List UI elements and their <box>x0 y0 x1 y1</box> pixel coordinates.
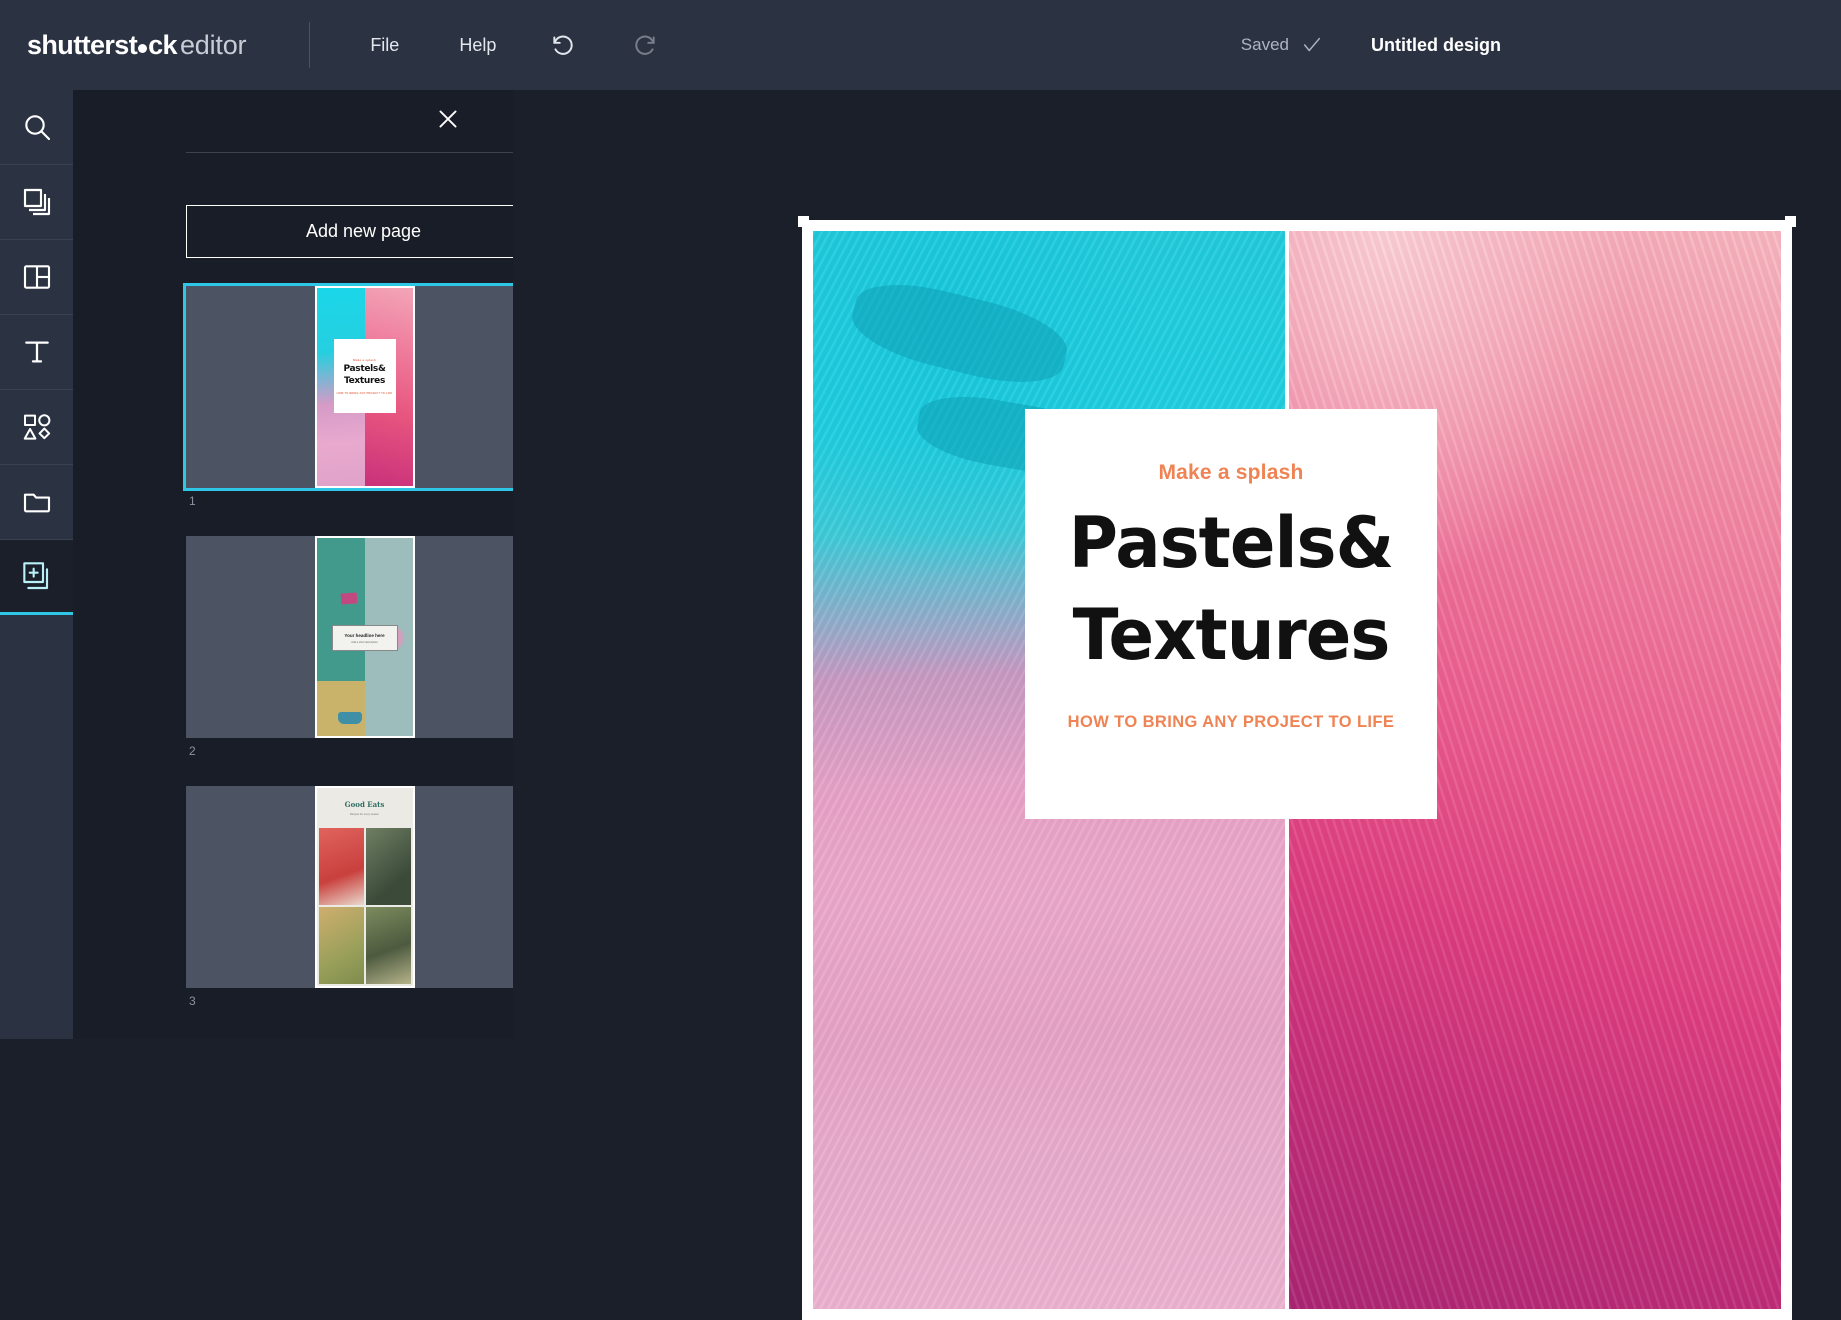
sidebar-item-images[interactable] <box>0 165 73 240</box>
logo-editor-text: editor <box>179 29 247 60</box>
top-bar-right: Saved Untitled design <box>1241 0 1841 90</box>
thumb3-layout: Good Eats Recipes for every season <box>316 788 413 986</box>
search-icon <box>21 111 53 143</box>
menu-help[interactable]: Help <box>459 35 496 56</box>
page-number-label: 3 <box>189 994 196 1008</box>
text-card[interactable]: Make a splash Pastels& Textures HOW TO B… <box>1025 409 1437 819</box>
card-subtitle[interactable]: HOW TO BRING ANY PROJECT TO LIFE <box>1068 713 1395 732</box>
page-thumbnail-frame[interactable]: Your headline here Add a short descripti… <box>186 536 543 738</box>
add-new-page-button[interactable]: Add new page <box>186 205 541 258</box>
sidebar-item-templates[interactable] <box>0 240 73 315</box>
thumb3-photo-grid <box>317 827 413 986</box>
app-logo[interactable]: shutterst ck editor <box>27 29 247 61</box>
page-thumbnail-preview: Your headline here Add a short descripti… <box>314 536 415 738</box>
thumb3-photo <box>318 906 364 984</box>
close-icon[interactable] <box>433 104 463 134</box>
folder-icon <box>21 486 53 518</box>
sidebar-item-text[interactable] <box>0 315 73 390</box>
layers-icon <box>21 186 53 218</box>
thumb3-header: Good Eats Recipes for every season <box>317 788 413 828</box>
thumb2-text-card: Your headline here Add a short descripti… <box>331 625 398 652</box>
page-number-label: 2 <box>189 744 196 758</box>
top-bar: shutterst ck editor File Help Saved Untit… <box>0 0 1841 90</box>
thumb3-subtitle: Recipes for every season <box>349 812 380 816</box>
thumb3-photo <box>365 906 411 984</box>
thumb2-left-panel <box>316 538 365 681</box>
card-title-line1[interactable]: Pastels& <box>1069 508 1394 578</box>
page-thumbnail-frame[interactable]: Good Eats Recipes for every season <box>186 786 543 988</box>
page-thumbnail-3[interactable]: Good Eats Recipes for every season 3 <box>73 786 543 1008</box>
page-thumbnail-list: Make a splash Pastels& Textures HOW TO B… <box>73 283 546 1036</box>
thumb1-title-line1: Pastels& <box>343 364 386 375</box>
sidebar-item-shapes[interactable] <box>0 390 73 465</box>
page-thumbnail-preview: Make a splash Pastels& Textures HOW TO B… <box>314 286 415 488</box>
thumb2-subtitle: Add a short description <box>351 640 378 644</box>
thumb2-title: Your headline here <box>344 632 385 638</box>
logo-bold-tail-text: ck <box>148 29 177 60</box>
check-icon <box>1301 34 1323 56</box>
document-title[interactable]: Untitled design <box>1371 35 1501 56</box>
sidebar-item-pages[interactable] <box>0 540 73 615</box>
pages-panel: Add new page Make a splash Pastels& Text… <box>73 90 546 1039</box>
artboard[interactable]: Make a splash Pastels& Textures HOW TO B… <box>798 216 1796 1320</box>
page-thumbnail-frame[interactable]: Make a splash Pastels& Textures HOW TO B… <box>183 283 546 491</box>
panel-divider <box>186 152 541 153</box>
saved-label: Saved <box>1240 35 1289 54</box>
thumb2-envelope-image <box>341 592 358 605</box>
left-rail <box>0 90 73 1039</box>
pages-panel-header <box>73 90 513 152</box>
page-thumbnail-1[interactable]: Make a splash Pastels& Textures HOW TO B… <box>73 283 546 508</box>
logo-bold-text: shutterst <box>27 29 138 60</box>
shapes-icon <box>21 411 53 443</box>
thumb3-photo <box>318 827 364 905</box>
logo-dot-icon <box>138 43 148 53</box>
thumb1-subtitle: HOW TO BRING ANY PROJECT TO LIFE <box>336 391 393 395</box>
redo-icon[interactable] <box>630 30 660 60</box>
toolbar-divider <box>309 22 311 68</box>
thumb3-title: Good Eats <box>344 799 385 809</box>
page-thumbnail-preview: Good Eats Recipes for every season <box>314 786 415 988</box>
resize-handle-top-left[interactable] <box>798 216 809 227</box>
thumb2-bottom-panel <box>316 680 365 736</box>
template-icon <box>21 261 53 293</box>
add-page-icon <box>21 560 53 592</box>
sidebar-item-uploads[interactable] <box>0 465 73 540</box>
text-icon <box>21 336 53 368</box>
thumb1-text-card: Make a splash Pastels& Textures HOW TO B… <box>333 339 396 414</box>
save-status: Saved <box>1241 34 1323 56</box>
thumb2-phone-image <box>337 712 362 725</box>
card-title-line2[interactable]: Textures <box>1073 600 1391 670</box>
resize-handle-top-right[interactable] <box>1785 216 1796 227</box>
page-thumbnail-2[interactable]: Your headline here Add a short descripti… <box>73 536 543 758</box>
canvas-area[interactable]: Make a splash Pastels& Textures HOW TO B… <box>513 90 1841 1320</box>
thumb1-eyebrow: Make a splash <box>353 358 376 363</box>
undo-icon[interactable] <box>548 30 578 60</box>
thumb1-title-line2: Textures <box>343 376 386 387</box>
card-eyebrow[interactable]: Make a splash <box>1158 461 1303 485</box>
sidebar-item-search[interactable] <box>0 90 73 165</box>
page-number-label: 1 <box>189 494 196 508</box>
thumb3-photo <box>365 827 411 905</box>
menu-file[interactable]: File <box>370 35 399 56</box>
